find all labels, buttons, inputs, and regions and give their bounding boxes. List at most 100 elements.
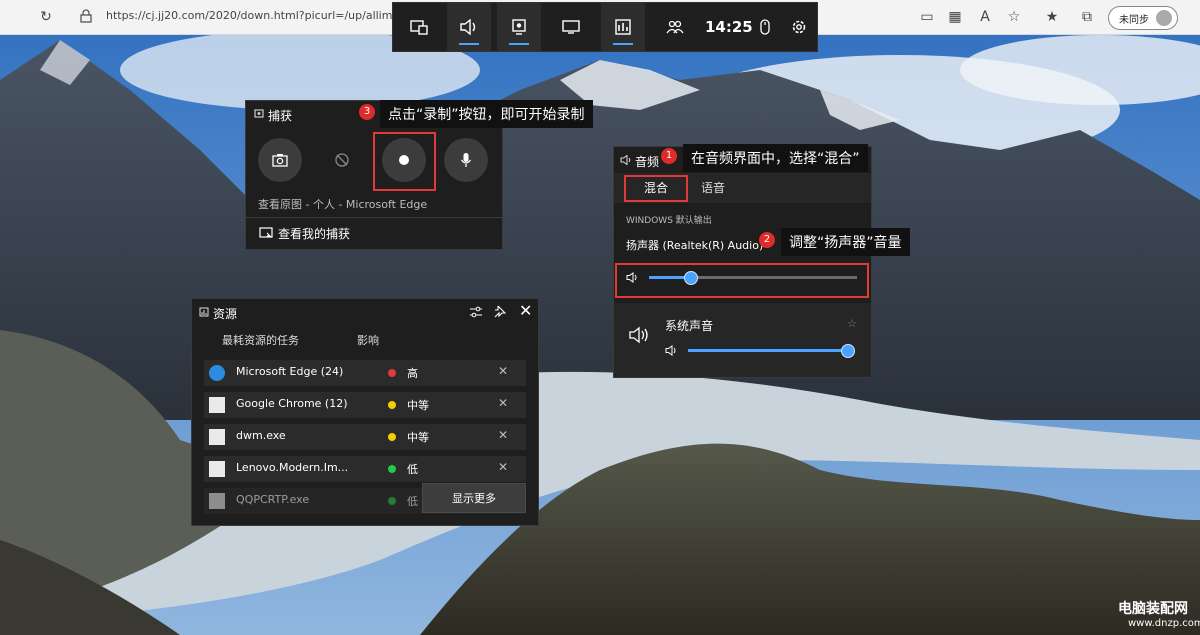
capture-title-icon xyxy=(254,109,264,118)
record-last-button[interactable] xyxy=(320,138,364,182)
table-row[interactable]: dwm.exe 中等 ✕ xyxy=(204,424,526,450)
step-badge-3: 3 xyxy=(359,104,375,120)
audio-title-icon xyxy=(620,155,631,165)
app-window-icon xyxy=(209,493,225,509)
microphone-button[interactable] xyxy=(444,138,488,182)
camera-icon xyxy=(272,154,288,167)
task-impact: 低 xyxy=(407,495,418,508)
output-device-name: 扬声器 (Realtek(R) Audio) xyxy=(626,239,764,252)
apps-icon[interactable]: ▦ xyxy=(946,8,964,26)
app-window-icon xyxy=(209,461,225,477)
impact-dot-icon xyxy=(388,433,396,441)
audio-widget-button[interactable] xyxy=(447,3,491,51)
edge-icon xyxy=(209,365,225,381)
app-volume-section: 系统声音 ☆ xyxy=(614,303,871,377)
capture-widget-button[interactable] xyxy=(497,3,541,51)
gallery-icon xyxy=(259,227,273,238)
record-highlight xyxy=(373,132,436,191)
xbox-social-widget-button[interactable] xyxy=(653,3,697,51)
system-sounds-icon xyxy=(629,326,648,344)
app-volume-thumb[interactable] xyxy=(840,344,855,358)
translate-icon[interactable]: A xyxy=(976,8,994,26)
audio-callout-mix: 在音频界面中，选择“混合” xyxy=(683,144,868,172)
resources-title: 资源 xyxy=(213,307,238,321)
record-last-30s-icon xyxy=(335,153,349,167)
output-header: WINDOWS 默认输出 xyxy=(626,216,712,226)
column-impact: 影响 xyxy=(357,334,379,347)
task-name: QQPCRTP.exe xyxy=(236,493,310,506)
table-row[interactable]: Lenovo.Modern.Im... 低 ✕ xyxy=(204,456,526,482)
mouse-icon xyxy=(760,19,770,35)
settings-button[interactable] xyxy=(777,3,821,51)
task-impact: 高 xyxy=(407,367,418,380)
audio-icon xyxy=(460,19,476,35)
active-indicator xyxy=(509,43,529,45)
lock-icon xyxy=(80,9,92,23)
column-task: 最耗资源的任务 xyxy=(222,334,299,347)
step-badge-2: 2 xyxy=(759,232,775,248)
collections-icon[interactable]: ⧉ xyxy=(1078,8,1096,26)
gear-icon xyxy=(792,20,806,34)
app-window-icon xyxy=(209,397,225,413)
favorites-icon[interactable]: ★ xyxy=(1043,8,1061,26)
end-task-icon[interactable]: ✕ xyxy=(498,364,508,378)
audio-title: 音频 xyxy=(635,155,660,169)
audio-callout-speaker: 调整“扬声器”音量 xyxy=(781,228,910,256)
end-task-icon[interactable]: ✕ xyxy=(498,460,508,474)
end-task-icon[interactable]: ✕ xyxy=(498,396,508,410)
profile-sync-button[interactable]: 未同步 xyxy=(1108,6,1178,30)
task-name: Lenovo.Modern.Im... xyxy=(236,461,349,474)
options-icon[interactable] xyxy=(469,306,483,318)
performance-icon xyxy=(562,20,580,34)
task-impact: 低 xyxy=(407,463,418,476)
end-task-icon[interactable]: ✕ xyxy=(498,428,508,442)
speaker-slider-highlight xyxy=(615,263,869,298)
impact-dot-icon xyxy=(388,497,396,505)
active-indicator xyxy=(613,43,633,45)
impact-dot-icon xyxy=(388,369,396,377)
task-name: dwm.exe xyxy=(236,429,286,442)
tab-voice[interactable]: 语音 xyxy=(701,179,725,196)
address-bar[interactable]: https://cj.jj20.com/2020/down.html?picur… xyxy=(106,9,417,22)
step-badge-1: 1 xyxy=(661,148,677,164)
mix-tab-highlight xyxy=(624,175,688,202)
divider xyxy=(246,217,502,218)
impact-dot-icon xyxy=(388,401,396,409)
table-row[interactable]: Microsoft Edge (24) 高 ✕ xyxy=(204,360,526,386)
pin-icon[interactable] xyxy=(494,305,506,318)
screenshot-button[interactable] xyxy=(258,138,302,182)
read-aloud-icon[interactable]: ▭ xyxy=(918,8,936,26)
resources-widget: 资源 ✕ 最耗资源的任务 影响 Microsoft Edge (24) 高 ✕ … xyxy=(191,298,539,526)
desktop-wallpaper xyxy=(0,0,1200,635)
pin-app-icon[interactable]: ☆ xyxy=(847,317,857,330)
view-captures-link[interactable]: 查看我的捕获 xyxy=(278,225,350,242)
widget-menu-button[interactable] xyxy=(397,3,441,51)
reload-icon[interactable]: ↻ xyxy=(37,8,55,26)
resources-title-icon xyxy=(199,307,209,317)
resources-icon xyxy=(615,19,631,35)
active-indicator xyxy=(459,43,479,45)
app-window-icon xyxy=(209,429,225,445)
xbox-social-icon xyxy=(666,20,684,34)
favorite-add-icon[interactable]: ☆ xyxy=(1005,8,1023,26)
capture-callout: 点击“录制”按钮，即可开始录制 xyxy=(380,100,593,128)
widget-menu-icon xyxy=(410,20,428,35)
avatar xyxy=(1156,10,1172,26)
resources-widget-button[interactable] xyxy=(601,3,645,51)
game-bar: 14:25 xyxy=(392,2,818,52)
watermark-url: www.dnzp.com xyxy=(1128,618,1200,629)
table-row[interactable]: Google Chrome (12) 中等 ✕ xyxy=(204,392,526,418)
watermark-logo: 电脑装配网 xyxy=(1118,601,1188,617)
close-icon[interactable]: ✕ xyxy=(519,301,532,320)
capture-source-hint: 查看原图 - 个人 - Microsoft Edge xyxy=(258,198,428,211)
show-more-button[interactable]: 显示更多 xyxy=(422,483,526,513)
capture-icon xyxy=(512,19,526,35)
app-volume-slider[interactable] xyxy=(688,344,855,358)
impact-dot-icon xyxy=(388,465,396,473)
microphone-icon xyxy=(460,153,472,167)
task-name: Microsoft Edge (24) xyxy=(236,365,344,378)
task-name: Google Chrome (12) xyxy=(236,397,348,410)
app-volume-fill xyxy=(688,349,848,352)
app-volume-icon xyxy=(665,345,676,356)
performance-widget-button[interactable] xyxy=(549,3,593,51)
